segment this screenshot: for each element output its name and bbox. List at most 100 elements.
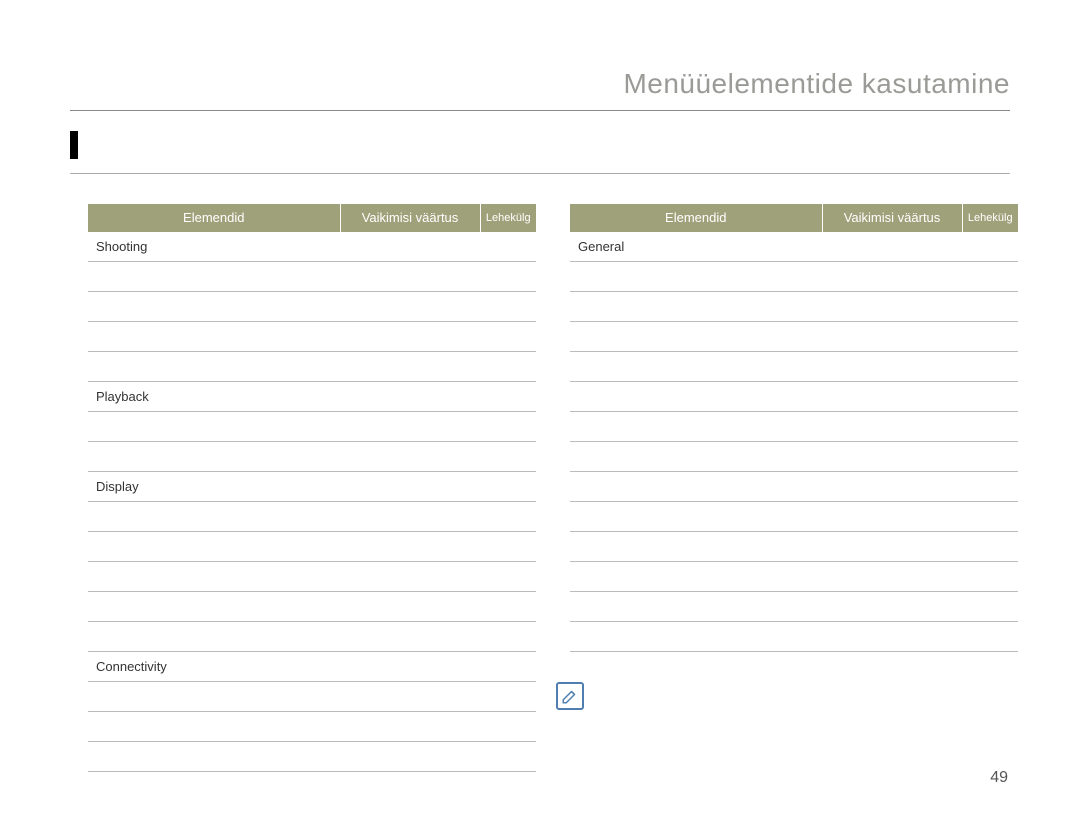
cell-item [200,292,340,322]
cell-page [480,412,536,442]
col-header-default: Vaikimisi väärtus [822,204,962,232]
cell-category [570,592,682,622]
cell-page [962,622,1018,652]
cell-default [822,322,962,352]
col-header-default: Vaikimisi väärtus [340,204,480,232]
table-row [570,322,1018,352]
cell-category [88,682,200,712]
cell-default [340,502,480,532]
cell-page [962,412,1018,442]
cell-category [570,352,682,382]
table-header-row: Elemendid Vaikimisi väärtus Lehekülg [570,204,1018,232]
cell-page [480,232,536,262]
cell-item [682,622,822,652]
cell-category [88,592,200,622]
cell-page [480,262,536,292]
table-row: Connectivity [88,652,536,682]
table-row [88,592,536,622]
cell-page [962,292,1018,322]
note-icon [556,682,584,710]
cell-item [682,322,822,352]
col-header-elements: Elemendid [570,204,822,232]
cell-page [480,682,536,712]
cell-category [570,532,682,562]
cell-item [200,232,340,262]
cell-category [88,562,200,592]
cell-page [962,322,1018,352]
table-row [88,442,536,472]
cell-page [480,352,536,382]
cell-page [480,712,536,742]
table-row [88,712,536,742]
cell-item [682,592,822,622]
cell-item [682,502,822,532]
cell-item [200,652,340,682]
cell-item [200,472,340,502]
table-row [570,622,1018,652]
table-row [570,502,1018,532]
cell-page [480,472,536,502]
cell-default [340,352,480,382]
cell-category [570,472,682,502]
table-row [88,322,536,352]
cell-item [200,262,340,292]
cell-default [822,442,962,472]
cell-page [480,442,536,472]
cell-page [962,532,1018,562]
cell-page [480,382,536,412]
cell-page [480,652,536,682]
cell-default [340,562,480,592]
cell-item [200,382,340,412]
cell-category [570,292,682,322]
cell-item [200,532,340,562]
page-title: Menüüelementide kasutamine [623,68,1010,100]
cell-default [822,292,962,322]
cell-category [570,412,682,442]
cell-default [822,352,962,382]
cell-category [570,622,682,652]
cell-category [88,442,200,472]
cell-category: General [570,232,682,262]
table-row: Display [88,472,536,502]
table-row: Shooting [88,232,536,262]
cell-default [822,622,962,652]
cell-item [682,472,822,502]
cell-category: Connectivity [88,652,200,682]
cell-default [340,622,480,652]
cell-category [570,562,682,592]
cell-default [340,442,480,472]
cell-category [88,622,200,652]
cell-page [480,742,536,772]
cell-default [340,292,480,322]
cell-item [200,562,340,592]
cell-page [962,562,1018,592]
cell-default [340,232,480,262]
table-row [88,412,536,442]
cell-item [200,682,340,712]
table-row [570,352,1018,382]
table-row [570,472,1018,502]
col-header-elements: Elemendid [88,204,340,232]
col-header-page: Lehekülg [962,204,1018,232]
cell-item [682,262,822,292]
table-row [570,562,1018,592]
cell-category [88,352,200,382]
cell-default [340,472,480,502]
table-row [570,592,1018,622]
cell-item [200,742,340,772]
cell-page [480,502,536,532]
cell-default [822,502,962,532]
cell-category [570,382,682,412]
table-row [88,622,536,652]
cell-category: Shooting [88,232,200,262]
cell-item [200,712,340,742]
settings-table-left: Elemendid Vaikimisi väärtus Lehekülg Sho… [88,204,536,772]
cell-category [570,262,682,292]
cell-page [962,262,1018,292]
table-row [88,352,536,382]
col-header-page: Lehekülg [480,204,536,232]
cell-category [88,712,200,742]
cell-category [570,442,682,472]
cell-page [962,232,1018,262]
cell-item [200,352,340,382]
